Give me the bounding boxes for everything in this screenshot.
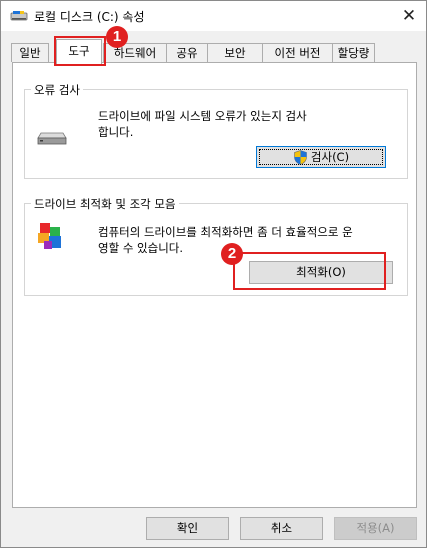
check-button[interactable]: 검사(C) [256,146,386,168]
ok-button[interactable]: 확인 [146,517,229,540]
tab-previous-versions[interactable]: 이전 버전 [262,43,333,62]
tab-quota[interactable]: 할당량 [332,43,375,62]
cancel-button[interactable]: 취소 [240,517,323,540]
close-button[interactable]: ✕ [392,1,426,31]
error-check-title: 오류 검사 [31,82,83,98]
tab-security[interactable]: 보안 [207,43,263,62]
check-button-label: 검사(C) [310,150,350,164]
annotation-badge-1: 1 [106,26,128,48]
annotation-badge-2: 2 [221,243,243,265]
drive-icon [37,132,67,145]
apply-button[interactable]: 적용(A) [334,517,417,540]
title-bar: 로컬 디스크 (C:) 속성 ✕ [1,1,426,31]
annotation-box-1 [54,36,106,66]
properties-window: 로컬 디스크 (C:) 속성 ✕ 일반 도구 하드웨어 공유 보안 이전 버전 … [0,0,427,548]
uac-shield-icon [294,150,307,165]
optimize-title: 드라이브 최적화 및 조각 모음 [31,196,179,212]
error-check-group: 오류 검사 드라이브에 파일 시스템 오류가 있는지 검사 합니다. 검사(C) [24,82,408,179]
optimize-desc-line1: 컴퓨터의 드라이브를 최적화하면 좀 더 효율적으로 운 [98,225,353,239]
window-title: 로컬 디스크 (C:) 속성 [34,10,145,24]
annotation-box-2 [233,252,386,290]
defrag-icon [38,223,61,249]
drive-title-icon [10,11,28,21]
error-check-desc-line2: 합니다. [98,125,134,139]
optimize-desc-line2: 영할 수 있습니다. [98,241,184,255]
error-check-desc-line1: 드라이브에 파일 시스템 오류가 있는지 검사 [98,109,307,123]
tab-sharing[interactable]: 공유 [166,43,208,62]
tab-general[interactable]: 일반 [11,43,49,62]
